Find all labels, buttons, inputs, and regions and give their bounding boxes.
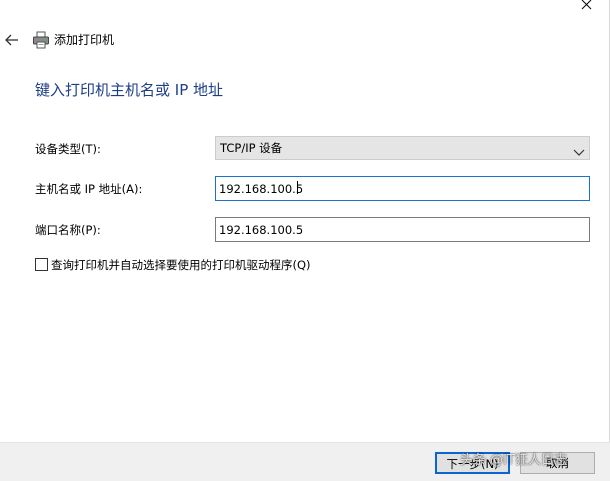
- hostname-label: 主机名或 IP 地址(A):: [35, 182, 143, 196]
- page-heading: 键入打印机主机名或 IP 地址: [35, 81, 224, 99]
- hostname-input[interactable]: [215, 176, 590, 201]
- query-printer-checkbox[interactable]: [35, 258, 48, 271]
- close-icon[interactable]: [579, 0, 597, 14]
- device-type-value: TCP/IP 设备: [220, 141, 283, 155]
- text-caret: [297, 181, 298, 194]
- query-printer-checkbox-label[interactable]: 查询打印机并自动选择要使用的打印机驱动程序(Q): [51, 258, 311, 272]
- printer-icon: [32, 31, 50, 49]
- device-type-label: 设备类型(T):: [35, 142, 101, 156]
- next-button[interactable]: 下一步(N): [435, 452, 510, 474]
- back-arrow-icon[interactable]: [4, 32, 20, 48]
- footer-bar: [0, 442, 610, 481]
- add-printer-window: 添加打印机 键入打印机主机名或 IP 地址 设备类型(T): TCP/IP 设备…: [0, 0, 610, 481]
- port-name-label: 端口名称(P):: [35, 223, 101, 237]
- window-title: 添加打印机: [54, 33, 115, 47]
- device-type-select[interactable]: TCP/IP 设备: [215, 136, 590, 160]
- chevron-down-icon: [573, 143, 585, 156]
- cancel-button[interactable]: 取消: [520, 452, 595, 474]
- port-name-input[interactable]: [215, 217, 590, 242]
